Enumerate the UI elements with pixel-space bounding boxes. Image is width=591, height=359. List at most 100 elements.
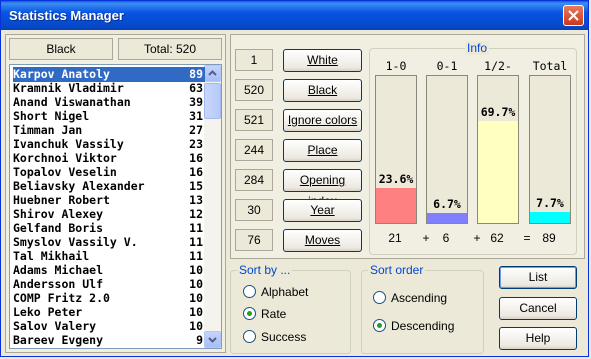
player-score: 10 [189, 291, 203, 305]
percent-losses: 6.7% [433, 197, 461, 211]
player-name: Karpov Anatoly [13, 67, 110, 81]
player-name: Adams Michael [13, 263, 104, 277]
list-item[interactable]: Kramnik Vladimir 63 [13, 81, 205, 96]
bar-fill-wins [376, 188, 416, 223]
percent-draws: 69.7% [480, 105, 516, 119]
column-header-losses: 0-1 [436, 59, 458, 73]
white-button[interactable]: White [283, 49, 362, 72]
count-year: 30 [235, 199, 273, 221]
player-name: COMP Fritz 2.0 [13, 291, 110, 305]
player-list[interactable]: Karpov Anatoly 89 Kramnik Vladimir 63 Anand … [9, 64, 222, 349]
player-name: Huebner Robert [13, 193, 110, 207]
radio-circle [373, 319, 386, 332]
statistics-manager-window: Statistics Manager Black Total: 520 Karp… [0, 0, 589, 357]
chevron-down-icon [208, 337, 217, 343]
list-item[interactable]: Gelfand Boris 11 [13, 221, 205, 236]
list-item[interactable]: Korchnoi Viktor 16 [13, 151, 205, 166]
list-item[interactable]: Anand Viswanathan 39 [13, 95, 205, 110]
black-button[interactable]: Black [283, 79, 362, 102]
player-score: 10 [189, 263, 203, 277]
list-item[interactable]: Short Nigel 31 [13, 109, 205, 124]
player-score: 16 [189, 151, 203, 165]
player-score: 39 [189, 95, 203, 109]
sort-alphabet-label: Alphabet [261, 285, 309, 299]
player-score: 27 [189, 123, 203, 137]
list-item[interactable]: Timman Jan 27 [13, 123, 205, 138]
player-score: 12 [189, 207, 203, 221]
help-button[interactable]: Help [499, 327, 577, 350]
operator-plus2: + [473, 231, 481, 245]
total-header: Total: 520 [118, 38, 222, 60]
list-item[interactable]: Topalov Veselin 16 [13, 165, 205, 180]
order-ascending-label: Ascending [391, 291, 448, 305]
radio-circle [243, 307, 256, 320]
close-icon [568, 10, 579, 21]
count-total-losses: 6 [442, 231, 450, 245]
list-item[interactable]: Bareev Evgeny 9 [13, 333, 205, 348]
list-item[interactable]: Andersson Ulf 10 [13, 277, 205, 292]
percent-total: 7.7% [536, 196, 564, 210]
place-button[interactable]: Place [283, 139, 362, 162]
sort-order-legend: Sort order [368, 263, 426, 277]
list-item[interactable]: COMP Fritz 2.0 10 [13, 291, 205, 306]
player-score: 11 [189, 221, 203, 235]
player-name: Gelfand Boris [13, 221, 104, 235]
count-moves: 76 [235, 229, 273, 251]
player-score: 13 [189, 193, 203, 207]
list-scrollbar[interactable] [204, 65, 221, 348]
player-name: Salov Valery [13, 319, 97, 333]
year-button[interactable]: Year [283, 199, 362, 222]
sort-by-legend: Sort by ... [237, 263, 293, 277]
player-score: 9 [196, 333, 203, 347]
list-button[interactable]: List [499, 266, 577, 289]
count-opening-index: 284 [235, 169, 273, 191]
scroll-up-button[interactable] [204, 65, 221, 82]
player-name: Kramnik Vladimir [13, 81, 124, 95]
player-score: 16 [189, 165, 203, 179]
window-title: Statistics Manager [9, 8, 124, 23]
player-score: 10 [189, 305, 203, 319]
player-name: Timman Jan [13, 123, 83, 137]
bar-wins [375, 75, 417, 224]
list-item[interactable]: Ivanchuk Vassily 23 [13, 137, 205, 152]
sort-rate-label: Rate [261, 307, 287, 321]
count-black: 520 [235, 79, 273, 101]
bar-draws [477, 75, 519, 224]
list-item[interactable]: Karpov Anatoly 89 [13, 67, 205, 82]
bar-fill-losses [427, 213, 467, 223]
radio-circle [243, 285, 256, 298]
player-score: 63 [189, 81, 203, 95]
list-item[interactable]: Leko Peter 10 [13, 305, 205, 320]
player-score: 23 [189, 137, 203, 151]
list-item[interactable]: Beliavsky Alexander 15 [13, 179, 205, 194]
list-item[interactable]: Adams Michael 10 [13, 263, 205, 278]
list-item[interactable]: Tal Mikhail 11 [13, 249, 205, 264]
list-item[interactable]: Huebner Robert 13 [13, 193, 205, 208]
player-name: Andersson Ulf [13, 277, 104, 291]
moves-button[interactable]: Moves [283, 229, 362, 252]
cancel-button[interactable]: Cancel [499, 297, 577, 320]
sort-success-label: Success [261, 330, 307, 344]
list-item[interactable]: Shirov Alexey 12 [13, 207, 205, 222]
opening-index-button[interactable]: Opening index [283, 169, 362, 208]
player-name: Topalov Veselin [13, 165, 117, 179]
list-item[interactable]: Salov Valery 10 [13, 319, 205, 334]
scroll-down-button[interactable] [204, 331, 221, 348]
ignore-colors-button[interactable]: Ignore colors [283, 109, 362, 132]
player-name: Tal Mikhail [13, 249, 90, 263]
player-name: Bareev Evgeny [13, 333, 104, 347]
player-name: Smyslov Vassily V. [13, 235, 138, 249]
scroll-thumb[interactable] [204, 83, 221, 119]
bar-fill-draws [478, 121, 518, 223]
percent-wins: 23.6% [378, 172, 414, 186]
list-item[interactable]: Smyslov Vassily V. 11 [13, 235, 205, 250]
player-name: Korchnoi Viktor [13, 151, 117, 165]
player-name: Ivanchuk Vassily [13, 137, 124, 151]
count-white: 1 [235, 49, 273, 71]
color-header: Black [9, 38, 113, 60]
player-name: Beliavsky Alexander [13, 179, 145, 193]
column-header-total: Total [532, 59, 568, 73]
operator-plus1: + [422, 231, 430, 245]
close-button[interactable] [563, 5, 584, 26]
count-ignore-colors: 521 [235, 109, 273, 131]
